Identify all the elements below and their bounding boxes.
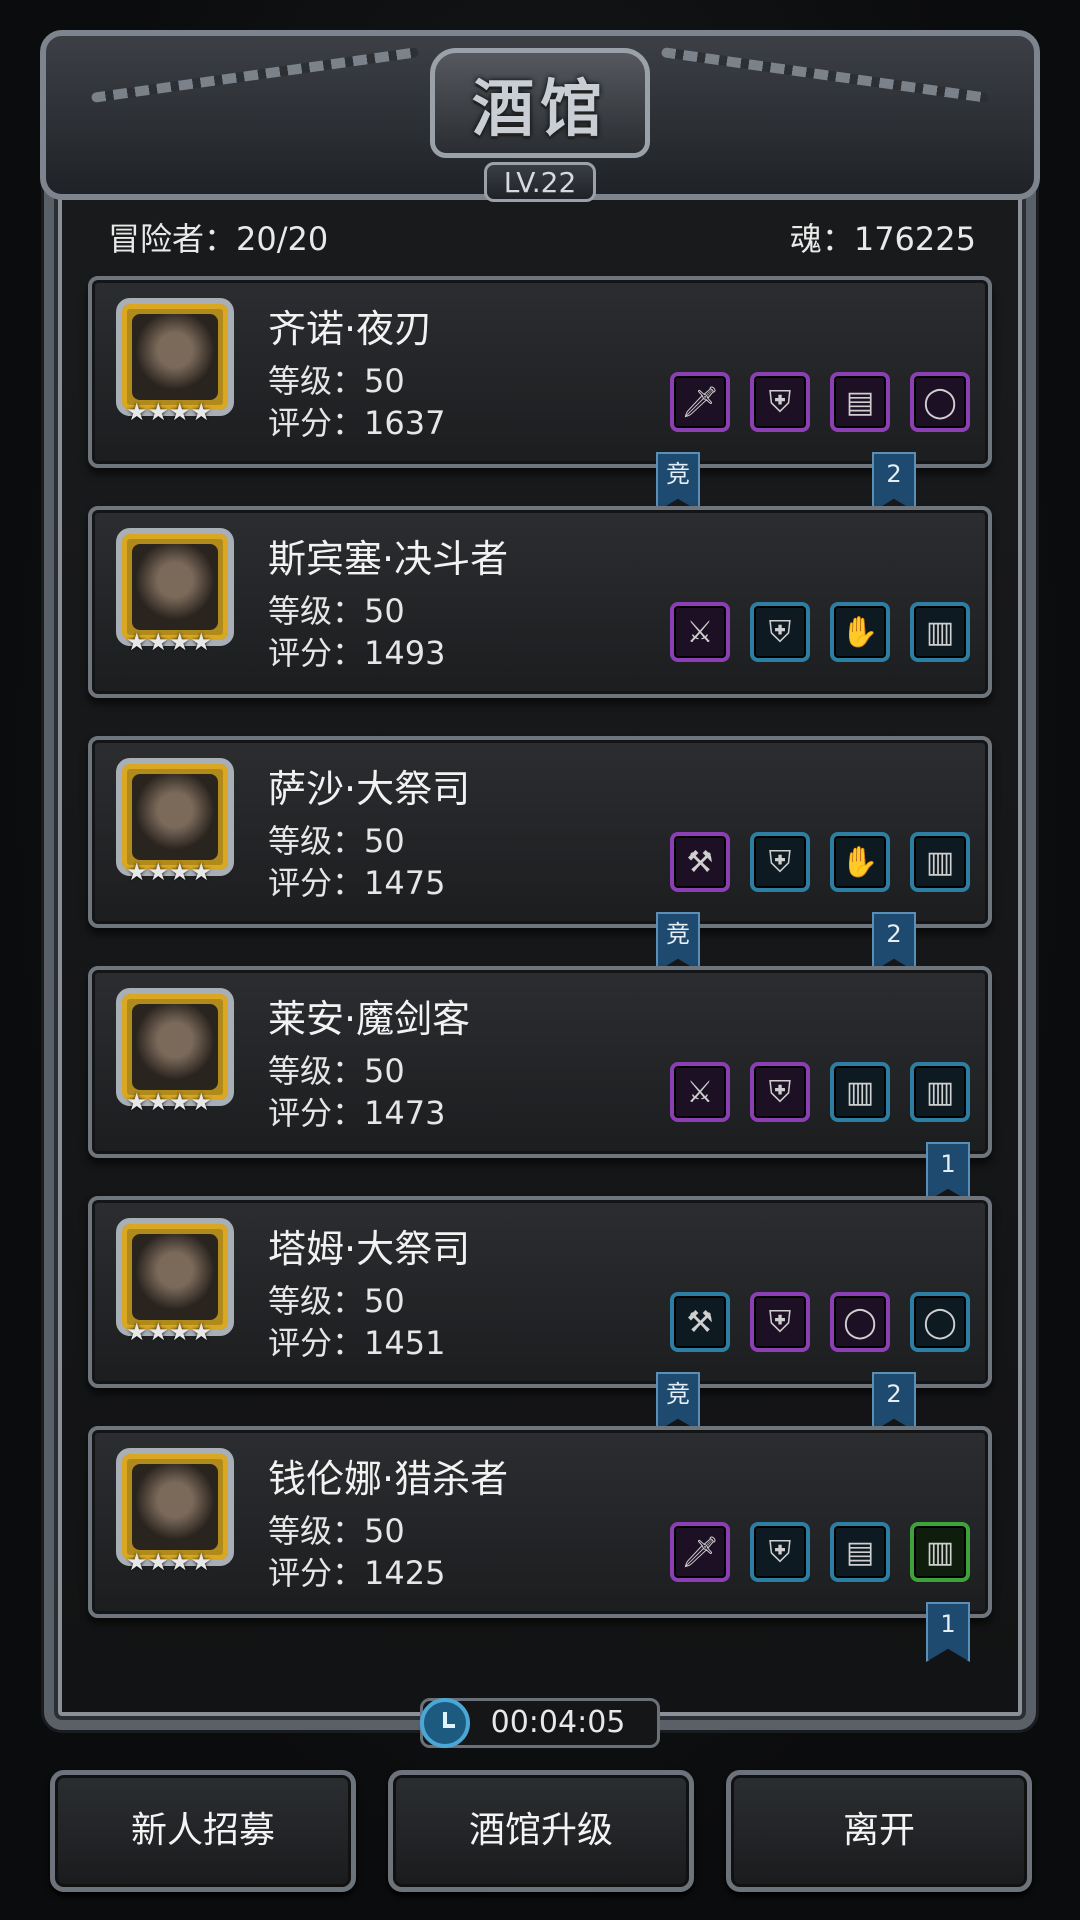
armor-icon[interactable]: ⛨ — [750, 602, 810, 662]
hero-level: 等级：50 — [268, 822, 405, 860]
title-plate: 酒馆 — [430, 48, 650, 158]
hero-name: 塔姆·大祭司 — [268, 1227, 471, 1271]
gauntlet-icon[interactable]: ✋ — [830, 832, 890, 892]
wood-staff-icon[interactable]: ▤ — [830, 372, 890, 432]
hero-face-icon — [132, 544, 218, 630]
hero-score: 评分：1451 — [268, 1324, 446, 1362]
ring-icon[interactable]: ◯ — [830, 1292, 890, 1352]
hero-card[interactable]: ★★★★ 齐诺·夜刃 等级：50 评分：1637 🗡 ⛨ ▤ ◯ — [88, 276, 992, 468]
ring-icon[interactable]: ◯ — [910, 372, 970, 432]
page-title: 酒馆 — [471, 72, 608, 145]
hero-level: 等级：50 — [268, 1512, 405, 1550]
hero-face-icon — [132, 1234, 218, 1320]
upgrade-tavern-button[interactable]: 酒馆升级 — [388, 1770, 694, 1892]
armor-icon[interactable]: ⛨ — [750, 372, 810, 432]
hero-card[interactable]: ★★★★ 斯宾塞·决斗者 等级：50 评分：1493 ⚔ ⛨ ✋ ▥ — [88, 506, 992, 698]
recruit-button[interactable]: 新人招募 — [50, 1770, 356, 1892]
hero-name: 斯宾塞·决斗者 — [268, 537, 509, 581]
hero-face-icon — [132, 1004, 218, 1090]
hero-name: 齐诺·夜刃 — [268, 307, 433, 351]
star-rating: ★★★★ — [125, 1318, 213, 1346]
barrel-icon[interactable]: ▥ — [910, 832, 970, 892]
barrel-icon[interactable]: ▥ — [830, 1062, 890, 1122]
leave-button[interactable]: 离开 — [726, 1770, 1032, 1892]
hero-score: 评分：1637 — [268, 404, 446, 442]
sword-icon[interactable]: ⚔ — [670, 602, 730, 662]
star-rating: ★★★★ — [125, 1548, 213, 1576]
hero-level: 等级：50 — [268, 362, 405, 400]
hero-level: 等级：50 — [268, 1282, 405, 1320]
hero-name: 莱安·魔剑客 — [268, 997, 471, 1041]
hero-score: 评分：1475 — [268, 864, 446, 902]
armor-icon[interactable]: ⛨ — [750, 832, 810, 892]
hero-score: 评分：1425 — [268, 1554, 446, 1592]
hero-name: 萨沙·大祭司 — [268, 767, 471, 811]
hero-face-icon — [132, 774, 218, 860]
star-rating: ★★★★ — [125, 398, 213, 426]
hero-name: 钱伦娜·猎杀者 — [268, 1457, 509, 1501]
hero-card[interactable]: ★★★★ 塔姆·大祭司 等级：50 评分：1451 ⚒ ⛨ ◯ ◯ — [88, 1196, 992, 1388]
tavern-level-badge: LV.22 — [484, 162, 596, 202]
wood-staff-icon[interactable]: ▤ — [830, 1522, 890, 1582]
hero-card[interactable]: ★★★★ 萨沙·大祭司 等级：50 评分：1475 ⚒ ⛨ ✋ ▥ — [88, 736, 992, 928]
star-rating: ★★★★ — [125, 628, 213, 656]
sword-icon[interactable]: ⚔ — [670, 1062, 730, 1122]
star-rating: ★★★★ — [125, 858, 213, 886]
hero-card[interactable]: ★★★★ 钱伦娜·猎杀者 等级：50 评分：1425 🗡 ⛨ ▤ ▥ — [88, 1426, 992, 1618]
armor-icon[interactable]: ⛨ — [750, 1292, 810, 1352]
barrel-icon[interactable]: ▥ — [910, 1062, 970, 1122]
hero-face-icon — [132, 1464, 218, 1550]
hero-level: 等级：50 — [268, 1052, 405, 1090]
barrel-icon[interactable]: ▥ — [910, 602, 970, 662]
dagger-icon[interactable]: 🗡 — [670, 372, 730, 432]
hammer-icon[interactable]: ⚒ — [670, 832, 730, 892]
soul-count: 魂：176225 — [789, 220, 976, 258]
armor-icon[interactable]: ⛨ — [750, 1522, 810, 1582]
hero-level: 等级：50 — [268, 592, 405, 630]
gauntlet-icon[interactable]: ✋ — [830, 602, 890, 662]
hero-score: 评分：1473 — [268, 1094, 446, 1132]
hero-face-icon — [132, 314, 218, 400]
hammer-icon[interactable]: ⚒ — [670, 1292, 730, 1352]
star-rating: ★★★★ — [125, 1088, 213, 1116]
clock-icon — [420, 1698, 470, 1748]
hero-card[interactable]: ★★★★ 莱安·魔剑客 等级：50 评分：1473 ⚔ ⛨ ▥ ▥ — [88, 966, 992, 1158]
armor-icon[interactable]: ⛨ — [750, 1062, 810, 1122]
hero-score: 评分：1493 — [268, 634, 446, 672]
ring-icon[interactable]: ◯ — [910, 1292, 970, 1352]
barrel-icon[interactable]: ▥ — [910, 1522, 970, 1582]
dagger-icon[interactable]: 🗡 — [670, 1522, 730, 1582]
adventurer-count: 冒险者：20/20 — [108, 220, 329, 258]
